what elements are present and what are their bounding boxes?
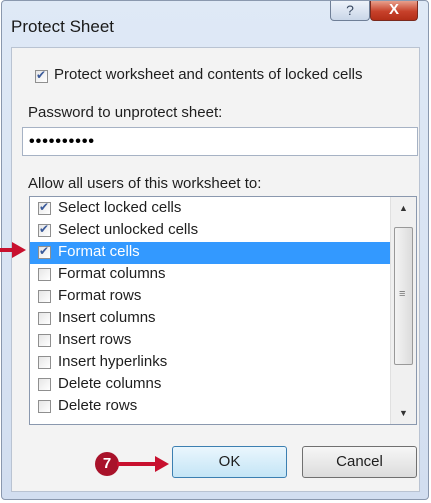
permission-label: Select locked cells [58,199,182,216]
list-item[interactable]: Insert rows [30,330,390,352]
permissions-label: Allow all users of this worksheet to: [28,175,262,192]
permission-checkbox[interactable] [38,244,51,259]
permission-checkbox[interactable] [38,268,51,281]
protect-sheet-dialog: Protect Sheet ? X Protect worksheet and … [1,0,429,500]
permission-label: Delete rows [58,397,138,414]
list-item[interactable]: Insert columns [30,308,390,330]
scroll-up-icon[interactable]: ▲ [391,197,416,219]
list-scrollbar[interactable]: ▲ ≡ ▼ [390,197,416,424]
permission-label: Select unlocked cells [58,221,199,238]
password-field[interactable]: •••••••••• [22,127,418,156]
close-button[interactable]: X [370,1,418,21]
permission-checkbox[interactable] [38,290,51,303]
annotation-arrow-icon [12,242,26,258]
list-item[interactable]: Format columns [30,264,390,286]
list-item[interactable]: Delete rows [30,396,390,418]
ok-button[interactable]: OK [172,446,287,478]
permission-label: Format rows [58,287,142,304]
help-button[interactable]: ? [330,1,370,21]
list-item[interactable]: Format rows [30,286,390,308]
permission-checkbox[interactable] [38,378,51,391]
permission-checkbox[interactable] [38,200,51,215]
protect-worksheet-label[interactable]: Protect worksheet and contents of locked… [54,66,363,83]
step-badge: 7 [95,452,119,476]
scroll-thumb[interactable]: ≡ [394,227,413,365]
protect-worksheet-checkbox[interactable] [35,68,48,83]
scroll-down-icon[interactable]: ▼ [391,402,416,424]
permission-checkbox[interactable] [38,356,51,369]
password-label: Password to unprotect sheet: [28,104,223,121]
cancel-button[interactable]: Cancel [302,446,417,478]
annotation-arrow-icon [155,456,169,472]
permission-label: Delete columns [58,375,162,392]
permission-label: Insert rows [58,331,132,348]
permission-checkbox[interactable] [38,400,51,413]
annotation-arrow-shaft [117,462,157,466]
permission-label: Insert columns [58,309,156,326]
list-item[interactable]: Select unlocked cells [30,220,390,242]
list-item[interactable]: Delete columns [30,374,390,396]
grip-icon: ≡ [399,288,406,300]
permission-label: Insert hyperlinks [58,353,168,370]
close-icon: X [388,1,399,18]
list-item-selected[interactable]: Format cells [30,242,390,264]
permission-label: Format cells [58,243,140,260]
list-item[interactable]: Select locked cells [30,198,390,220]
permission-checkbox[interactable] [38,312,51,325]
permission-checkbox[interactable] [38,222,51,237]
permission-label: Format columns [58,265,166,282]
permissions-list[interactable]: Select locked cells Select unlocked cell… [29,196,417,425]
dialog-title: Protect Sheet [11,17,115,36]
list-item[interactable]: Insert hyperlinks [30,352,390,374]
permission-checkbox[interactable] [38,334,51,347]
help-icon: ? [346,2,354,18]
